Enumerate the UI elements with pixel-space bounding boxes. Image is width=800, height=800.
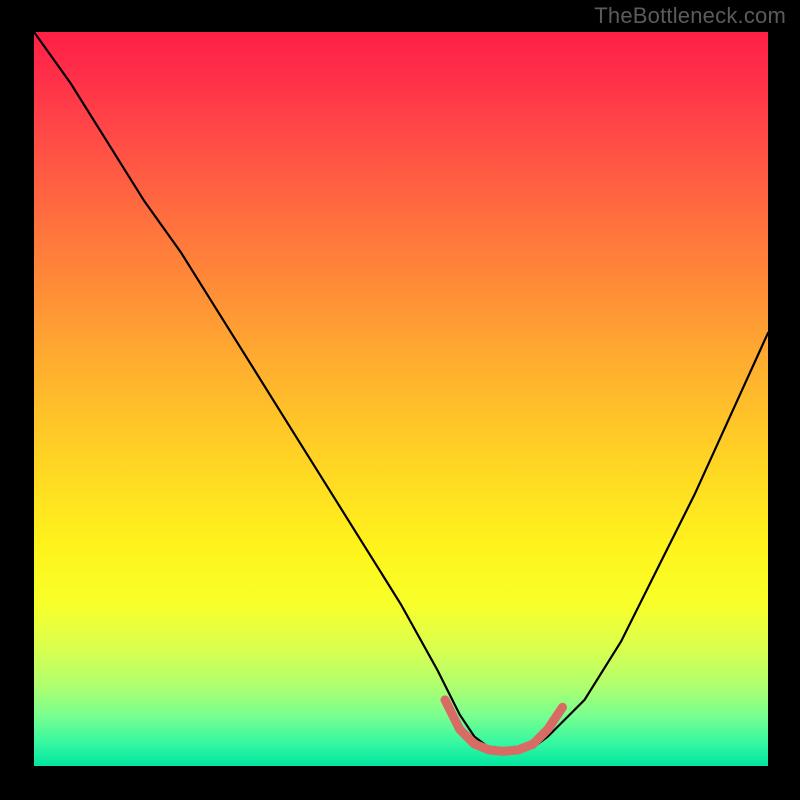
bottleneck-curve	[34, 32, 768, 766]
watermark-text: TheBottleneck.com	[594, 3, 786, 29]
highlight-path	[445, 700, 563, 751]
curve-path	[34, 32, 768, 751]
chart-frame: TheBottleneck.com	[0, 0, 800, 800]
plot-area	[34, 32, 768, 766]
